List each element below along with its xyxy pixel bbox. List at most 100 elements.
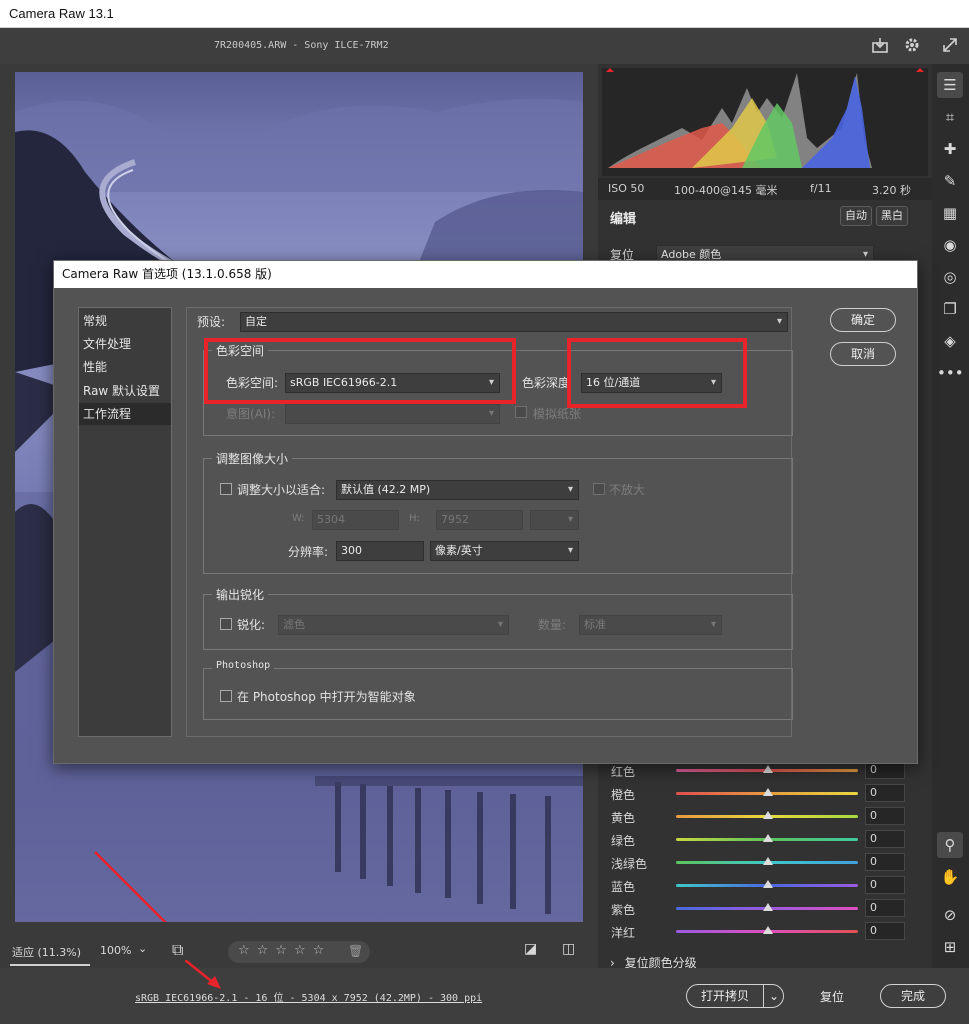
hsl-thumb[interactable] bbox=[763, 857, 773, 865]
resize-to-fit-value: 默认值 (42.2 MP) bbox=[341, 483, 431, 496]
auto-button[interactable]: 自动 bbox=[840, 206, 872, 226]
grid-icon[interactable]: ⊞ bbox=[937, 934, 963, 960]
chevron-down-icon: ▾ bbox=[567, 545, 573, 556]
annotation-box-color-depth bbox=[567, 338, 747, 408]
nav-item-workflow[interactable]: 工作流程 bbox=[79, 403, 171, 425]
crop-icon[interactable]: ⌗ bbox=[937, 104, 963, 130]
chevron-down-icon: ▾ bbox=[497, 619, 503, 630]
sliders-icon[interactable]: ☰ bbox=[937, 72, 963, 98]
resize-group-title: 调整图像大小 bbox=[212, 450, 293, 467]
histogram bbox=[602, 68, 928, 176]
gradient-icon[interactable]: ▦ bbox=[937, 200, 963, 226]
nav-item-file-handling[interactable]: 文件处理 bbox=[79, 333, 171, 355]
resize-to-fit-label: 调整大小以适合: bbox=[237, 483, 326, 497]
nav-item-raw-defaults[interactable]: Raw 默认设置 bbox=[79, 380, 171, 402]
hsl-value[interactable]: 0 bbox=[865, 830, 905, 848]
chevron-down-icon[interactable]: ⌄ bbox=[763, 985, 779, 1007]
edit-header: 编辑 自动 黑白 bbox=[598, 202, 932, 242]
sharpen-checkbox[interactable] bbox=[220, 618, 232, 630]
hsl-value[interactable]: 0 bbox=[865, 807, 905, 825]
cancel-button[interactable]: 取消 bbox=[830, 342, 896, 366]
done-button[interactable]: 完成 bbox=[880, 984, 946, 1008]
compare-icon[interactable]: ◫ bbox=[562, 941, 575, 957]
resize-to-fit-select[interactable]: 默认值 (42.2 MP) ▾ bbox=[336, 480, 579, 500]
resolution-input[interactable]: 300 bbox=[336, 541, 424, 561]
hsl-label: 黄色 bbox=[611, 811, 636, 825]
hsl-value[interactable]: 0 bbox=[865, 784, 905, 802]
hsl-thumb[interactable] bbox=[763, 834, 773, 842]
save-icon[interactable] bbox=[870, 36, 890, 56]
hsl-thumb[interactable] bbox=[763, 788, 773, 796]
brush-icon[interactable]: ✎ bbox=[937, 168, 963, 194]
trash-icon[interactable]: 🗑 bbox=[348, 944, 363, 958]
hsl-label: 紫色 bbox=[611, 903, 636, 917]
hsl-thumb[interactable] bbox=[763, 765, 773, 773]
intent-label: 意图(AI): bbox=[226, 407, 276, 421]
exif-bar: ISO 50 100-400@145 毫米 f/11 3.20 秒 bbox=[598, 178, 932, 200]
bw-button[interactable]: 黑白 bbox=[876, 206, 908, 226]
expand-icon[interactable] bbox=[940, 36, 960, 56]
chevron-down-icon: ▾ bbox=[567, 484, 573, 495]
nav-item-general[interactable]: 常规 bbox=[79, 310, 171, 332]
hsl-row: 蓝色 0 bbox=[598, 875, 932, 897]
preferences-dialog: Camera Raw 首选项 (13.1.0.658 版) 常规 文件处理 性能… bbox=[53, 260, 918, 764]
hsl-thumb[interactable] bbox=[763, 926, 773, 934]
window-titlebar: Camera Raw 13.1 bbox=[0, 0, 969, 28]
hsl-label: 浅绿色 bbox=[611, 857, 648, 871]
resize-to-fit-checkbox[interactable] bbox=[220, 483, 232, 495]
hsl-value[interactable]: 0 bbox=[865, 922, 905, 940]
redeye-icon[interactable]: ◎ bbox=[937, 264, 963, 290]
hsl-label: 洋红 bbox=[611, 926, 636, 940]
red-arrow-icon bbox=[185, 960, 221, 989]
output-sharpening-group: 输出锐化 锐化: 滤色 ▾ 数量: 标准 ▾ bbox=[203, 586, 793, 650]
view-bar: 适应 (11.3%) 100% ⌄ ⧉ ☆☆☆☆☆ 🗑 ◪ ◫ bbox=[0, 936, 598, 968]
edit-title: 编辑 bbox=[610, 212, 637, 227]
status-bar: sRGB IEC61966-2.1 - 16 位 - 5304 x 7952 (… bbox=[0, 968, 969, 1024]
presets-icon[interactable]: ◈ bbox=[937, 328, 963, 354]
hand-icon[interactable]: ✋ bbox=[937, 864, 963, 890]
hsl-thumb[interactable] bbox=[763, 880, 773, 888]
preset-select[interactable]: 自定 ▾ bbox=[240, 312, 788, 332]
photoshop-group-title: Photoshop bbox=[212, 660, 275, 671]
fit-zoom-label[interactable]: 适应 (11.3%) bbox=[12, 944, 81, 960]
healing-icon[interactable]: ✚ bbox=[937, 136, 963, 162]
chevron-down-icon: ▾ bbox=[710, 619, 716, 630]
zoom-value[interactable]: 100% bbox=[100, 944, 131, 957]
hsl-value[interactable]: 0 bbox=[865, 853, 905, 871]
sharpen-select: 滤色 ▾ bbox=[278, 615, 509, 635]
hsl-thumb[interactable] bbox=[763, 903, 773, 911]
before-after-icon[interactable]: ◪ bbox=[524, 941, 537, 957]
height-label: H: bbox=[409, 513, 420, 524]
more-icon[interactable]: ••• bbox=[937, 360, 964, 386]
open-copy-button[interactable]: 打开拷贝 ⌄ bbox=[686, 984, 784, 1008]
star-icons[interactable]: ☆☆☆☆☆ bbox=[238, 943, 331, 958]
gear-icon[interactable] bbox=[902, 36, 922, 56]
preferences-nav: 常规 文件处理 性能 Raw 默认设置 工作流程 bbox=[78, 307, 172, 737]
hsl-value[interactable]: 0 bbox=[865, 899, 905, 917]
height-input: 7952 bbox=[436, 510, 523, 530]
hsl-row: 橙色 0 bbox=[598, 783, 932, 805]
zoom-chevron-icon[interactable]: ⌄ bbox=[138, 942, 147, 955]
eyedropper-icon[interactable]: ⊘ bbox=[937, 902, 963, 928]
smart-object-checkbox[interactable] bbox=[220, 690, 232, 702]
tool-strip: ☰ ⌗ ✚ ✎ ▦ ◉ ◎ ❐ ◈ ••• ⚲ ✋ ⊘ ⊞ bbox=[932, 64, 969, 968]
nav-item-performance[interactable]: 性能 bbox=[79, 356, 171, 378]
zoom-icon[interactable]: ⚲ bbox=[937, 832, 963, 858]
radial-icon[interactable]: ◉ bbox=[937, 232, 963, 258]
snapshot-icon[interactable]: ❐ bbox=[937, 296, 963, 322]
width-input: 5304 bbox=[312, 510, 399, 530]
size-unit-select: ▾ bbox=[530, 510, 579, 530]
preset-label: 预设: bbox=[197, 315, 226, 329]
amount-label: 数量: bbox=[538, 618, 567, 632]
rating-stars[interactable]: ☆☆☆☆☆ 🗑 bbox=[228, 941, 370, 963]
color-depth-label: 色彩深度 bbox=[522, 376, 571, 390]
reset-button[interactable]: 复位 bbox=[820, 988, 844, 1005]
exif-aperture: f/11 bbox=[810, 182, 832, 195]
output-sharpening-group-title: 输出锐化 bbox=[212, 586, 269, 603]
ok-button[interactable]: 确定 bbox=[830, 308, 896, 332]
filmstrip-icon[interactable]: ⧉ bbox=[172, 940, 183, 960]
hsl-value[interactable]: 0 bbox=[865, 876, 905, 894]
resolution-unit-select[interactable]: 像素/英寸 ▾ bbox=[430, 541, 579, 561]
resolution-label: 分辨率: bbox=[288, 545, 329, 559]
hsl-thumb[interactable] bbox=[763, 811, 773, 819]
